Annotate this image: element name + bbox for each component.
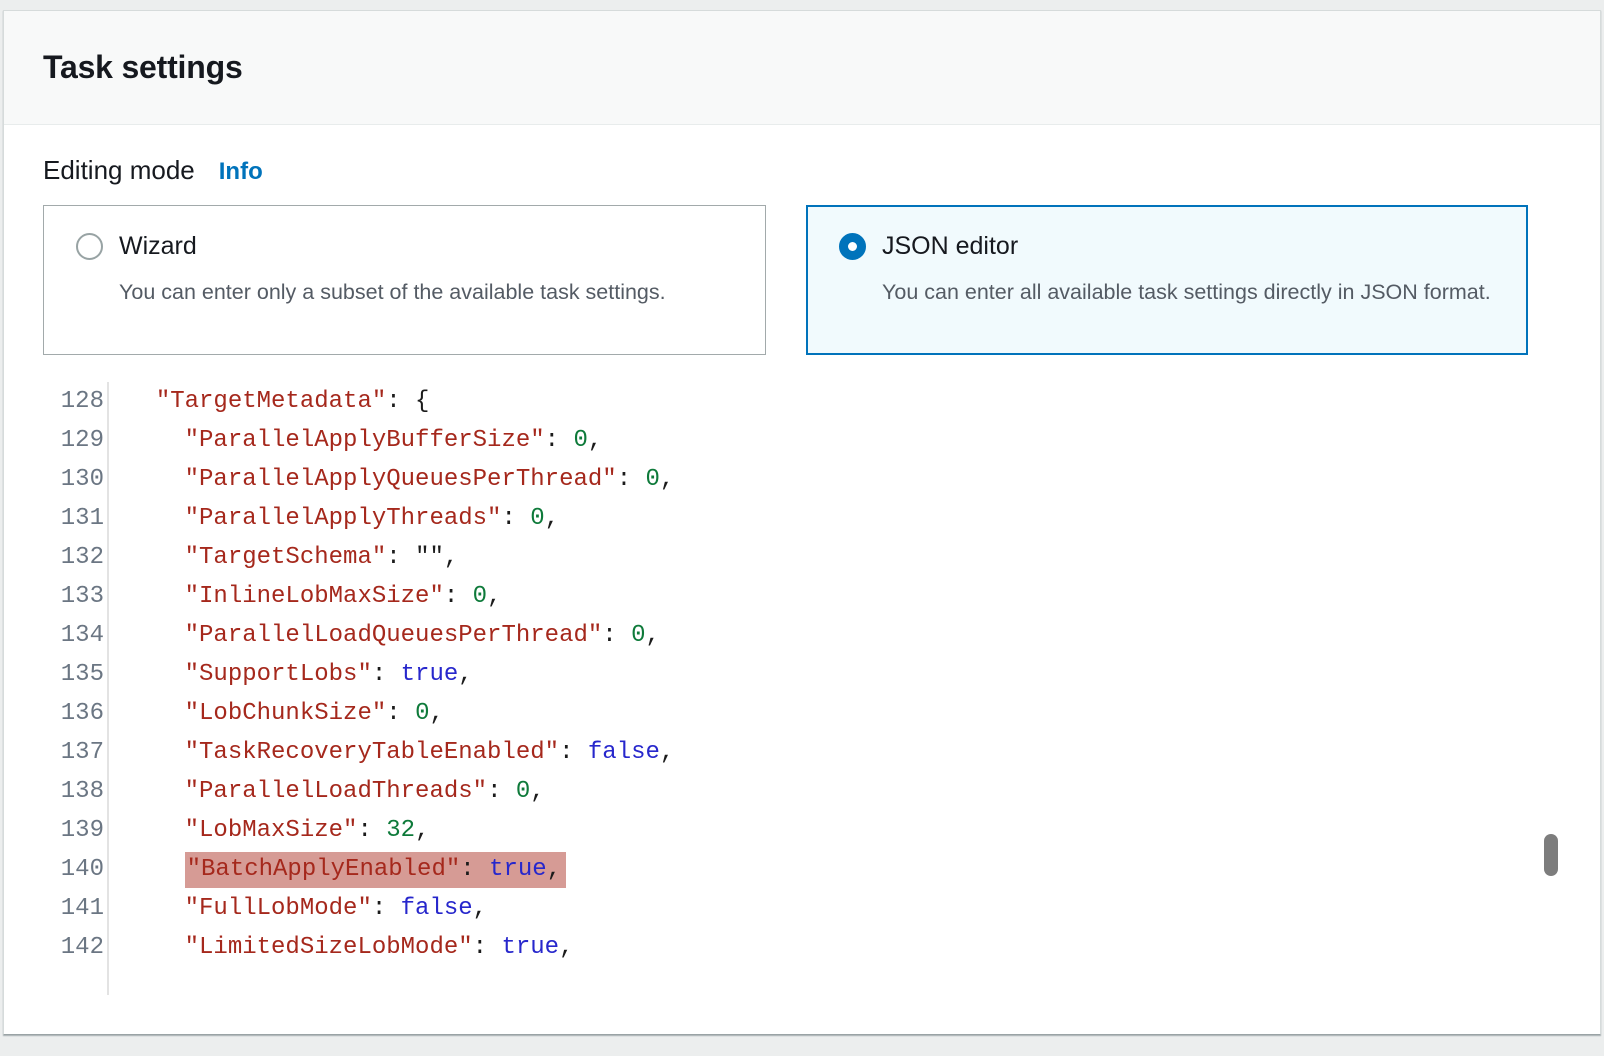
scrollbar-thumb[interactable] [1544, 834, 1558, 876]
wizard-radio-button[interactable] [76, 233, 103, 260]
line-number-gutter: 1281291301311321331341351361371381391401… [43, 382, 109, 995]
code-line[interactable]: "TargetSchema": "", [127, 538, 674, 577]
task-settings-panel: Task settings Editing mode Info Wizard Y… [3, 10, 1601, 1035]
json-editor-option-label: JSON editor [882, 231, 1491, 261]
code-line[interactable]: "ParallelLoadQueuesPerThread": 0, [127, 616, 674, 655]
code-line[interactable]: "BatchApplyEnabled": true, [127, 850, 674, 889]
wizard-option-description: You can enter only a subset of the avail… [119, 274, 666, 311]
panel-body: Editing mode Info Wizard You can enter o… [4, 153, 1600, 995]
json-editor-option-description: You can enter all available task setting… [882, 274, 1491, 311]
line-number: 135 [43, 655, 104, 694]
line-number: 142 [43, 928, 104, 967]
panel-header: Task settings [4, 11, 1600, 125]
line-number: 134 [43, 616, 104, 655]
line-number: 129 [43, 421, 104, 460]
code-line[interactable]: "TargetMetadata": { [127, 382, 674, 421]
json-code-editor[interactable]: 1281291301311321331341351361371381391401… [43, 382, 1561, 995]
line-number: 133 [43, 577, 104, 616]
json-editor-option-text: JSON editor You can enter all available … [882, 231, 1491, 311]
editing-mode-label: Editing mode [43, 153, 195, 187]
highlighted-code: "BatchApplyEnabled": true, [185, 852, 566, 888]
line-number: 136 [43, 694, 104, 733]
info-link[interactable]: Info [219, 158, 263, 186]
line-number: 138 [43, 772, 104, 811]
json-editor-option-card[interactable]: JSON editor You can enter all available … [806, 205, 1528, 355]
panel-title: Task settings [43, 49, 243, 86]
line-number: 141 [43, 889, 104, 928]
json-editor-radio-button[interactable] [839, 233, 866, 260]
code-line[interactable]: "TaskRecoveryTableEnabled": false, [127, 733, 674, 772]
editing-mode-radio-group: Wizard You can enter only a subset of th… [43, 205, 1561, 355]
code-line[interactable]: "LobMaxSize": 32, [127, 811, 674, 850]
code-line[interactable]: "FullLobMode": false, [127, 889, 674, 928]
line-number: 139 [43, 811, 104, 850]
code-line[interactable]: "ParallelApplyThreads": 0, [127, 499, 674, 538]
editing-mode-row: Editing mode Info [43, 153, 1561, 187]
line-number: 132 [43, 538, 104, 577]
code-line[interactable]: "ParallelApplyQueuesPerThread": 0, [127, 460, 674, 499]
code-line[interactable]: "ParallelLoadThreads": 0, [127, 772, 674, 811]
line-number: 137 [43, 733, 104, 772]
wizard-option-text: Wizard You can enter only a subset of th… [119, 231, 666, 311]
wizard-option-label: Wizard [119, 231, 666, 261]
code-line[interactable]: "InlineLobMaxSize": 0, [127, 577, 674, 616]
code-line[interactable]: "SupportLobs": true, [127, 655, 674, 694]
code-line[interactable]: "ParallelApplyBufferSize": 0, [127, 421, 674, 460]
line-number: 128 [43, 382, 104, 421]
line-number: 140 [43, 850, 104, 889]
wizard-option-card[interactable]: Wizard You can enter only a subset of th… [43, 205, 766, 355]
code-line[interactable]: "LimitedSizeLobMode": true, [127, 928, 674, 967]
code-area[interactable]: "TargetMetadata": { "ParallelApplyBuffer… [109, 382, 674, 995]
line-number: 130 [43, 460, 104, 499]
line-number: 131 [43, 499, 104, 538]
code-line[interactable]: "LobChunkSize": 0, [127, 694, 674, 733]
